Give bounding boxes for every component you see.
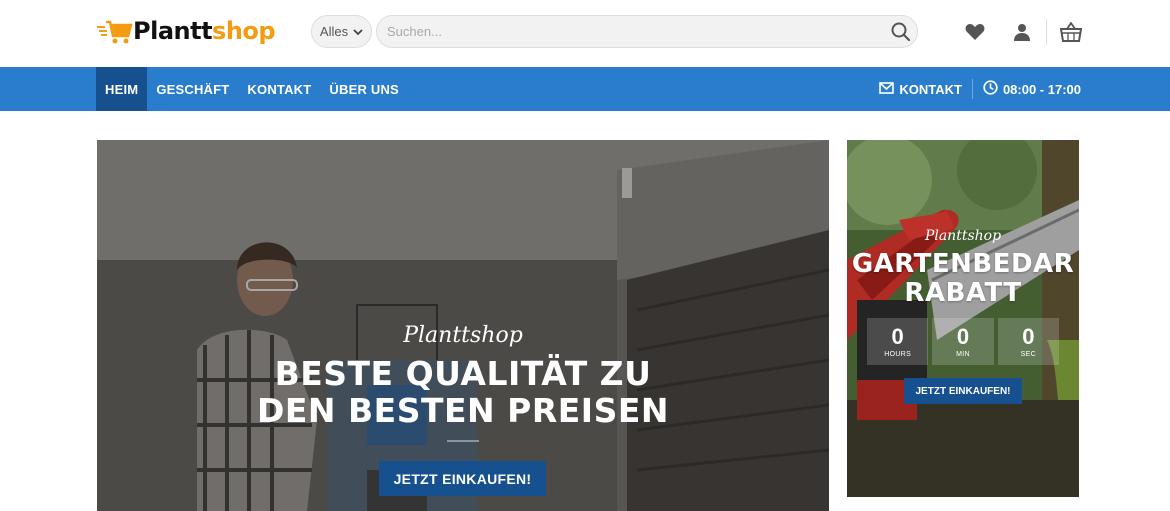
promo-title-line1: GARTENBEDAR xyxy=(851,249,1075,279)
header-divider xyxy=(1046,19,1047,45)
countdown-minutes-label: MIN xyxy=(956,350,970,358)
nav-contact-info: KONTAKT 08:00 - 17:00 xyxy=(879,67,1081,111)
cart-logo-icon xyxy=(97,16,133,46)
nav-divider xyxy=(971,79,973,99)
category-select-label: Alles xyxy=(319,24,349,39)
chevron-down-icon xyxy=(353,24,363,39)
countdown-hours-value: 0 xyxy=(891,323,904,349)
promo-brand-script: Planttshop xyxy=(924,228,1002,244)
header-actions xyxy=(962,18,1084,46)
basket-icon[interactable] xyxy=(1058,19,1084,45)
nav-contact-label: KONTAKT xyxy=(899,81,962,97)
site-header: Planttshop Alles xyxy=(0,0,1170,67)
heart-icon[interactable] xyxy=(962,19,988,45)
countdown-minutes-value: 0 xyxy=(956,323,970,349)
nav-contact-link[interactable]: KONTAKT xyxy=(879,82,962,97)
logo-text: Planttshop xyxy=(133,17,276,45)
hero-shop-button[interactable]: JETZT EINKAUFEN! xyxy=(379,461,546,496)
countdown-hours-label: HOURS xyxy=(884,350,912,358)
promo-title: GARTENBEDAR RABATT xyxy=(847,250,1079,308)
promo-banner: Planttshop GARTENBEDAR RABATT 0 HOURS 0 … xyxy=(847,140,1079,497)
hero-divider xyxy=(447,440,479,442)
promo-title-line2: RABATT xyxy=(904,278,1022,308)
hero-title-line1: BESTE QUALITÄT ZU xyxy=(274,354,652,393)
promo-shop-button[interactable]: JETZT EINKAUFEN! xyxy=(904,378,1022,404)
search-input[interactable] xyxy=(376,15,918,48)
countdown-timer: 0 HOURS 0 MIN 0 SEC xyxy=(867,318,1059,365)
countdown-minutes: 0 MIN xyxy=(932,318,994,365)
nav-item-ueber-uns[interactable]: ÜBER UNS xyxy=(320,67,408,111)
search-bar: Alles xyxy=(311,15,918,48)
main-nav: HEIM GESCHÄFT KONTAKT ÜBER UNS KONTAKT 0… xyxy=(0,67,1170,111)
category-select[interactable]: Alles xyxy=(311,15,372,48)
user-icon[interactable] xyxy=(1009,19,1035,45)
search-icon[interactable] xyxy=(890,21,912,43)
hero-title: BESTE QUALITÄT ZU DEN BESTEN PREISEN xyxy=(97,355,829,429)
envelope-icon xyxy=(879,81,895,97)
hero-banner: Planttshop BESTE QUALITÄT ZU DEN BESTEN … xyxy=(97,140,829,511)
countdown-seconds-label: SEC xyxy=(1020,350,1036,358)
countdown-hours: 0 HOURS xyxy=(867,318,929,365)
nav-item-geschaeft[interactable]: GESCHÄFT xyxy=(147,67,238,111)
clock-icon xyxy=(983,80,998,98)
logo[interactable]: Planttshop xyxy=(97,14,276,48)
opening-hours-text: 08:00 - 17:00 xyxy=(1002,81,1081,97)
countdown-seconds-value: 0 xyxy=(1022,323,1035,349)
nav-menu: HEIM GESCHÄFT KONTAKT ÜBER UNS xyxy=(96,67,408,111)
hero-title-line2: DEN BESTEN PREISEN xyxy=(256,391,669,430)
countdown-seconds: 0 SEC xyxy=(997,318,1059,365)
opening-hours: 08:00 - 17:00 xyxy=(983,80,1081,98)
hero-brand-script: Planttshop xyxy=(403,323,523,348)
nav-item-heim[interactable]: HEIM xyxy=(96,67,148,111)
nav-item-kontakt[interactable]: KONTAKT xyxy=(238,67,320,111)
